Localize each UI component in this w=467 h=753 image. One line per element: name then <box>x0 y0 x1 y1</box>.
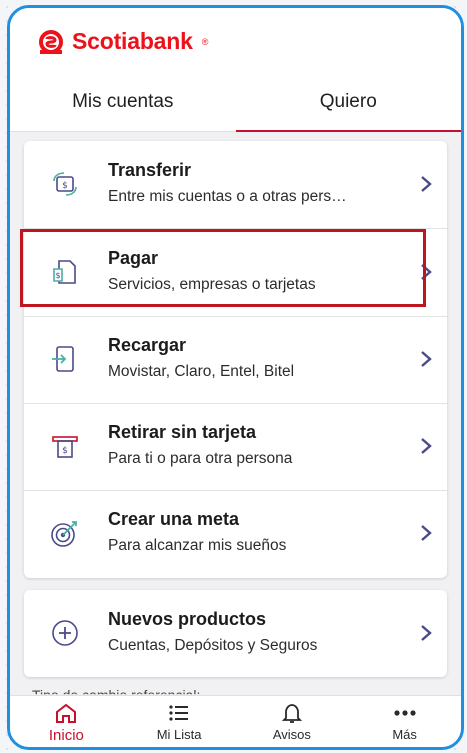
nav-label: Inicio <box>48 727 84 744</box>
actions-card: $ Transferir Entre mis cuentas o a otras… <box>24 141 447 578</box>
chevron-right-icon <box>421 176 432 192</box>
action-title: Retirar sin tarjeta <box>108 422 257 442</box>
action-transferir[interactable]: $ Transferir Entre mis cuentas o a otras… <box>24 141 447 228</box>
nav-avisos[interactable]: Avisos <box>236 696 349 747</box>
chevron-right-icon <box>421 438 432 454</box>
scotiabank-logo-icon <box>39 29 63 54</box>
tab-bar: Mis cuentas Quiero <box>10 74 462 132</box>
chevron-right-icon <box>421 625 432 641</box>
tab-mis-cuentas[interactable]: Mis cuentas <box>10 74 236 130</box>
nav-label: Mi Lista <box>156 727 202 742</box>
transfer-icon: $ <box>53 172 77 196</box>
bell-icon <box>281 704 303 723</box>
action-crear-una-meta[interactable]: Crear una meta Para alcanzar mis sueños <box>24 490 447 577</box>
recharge-icon <box>52 346 74 372</box>
action-subtitle: Entre mis cuentas o a otras pers… <box>108 188 347 205</box>
plus-circle-icon <box>52 620 78 646</box>
brand-name: Scotiabank <box>72 28 193 54</box>
bottom-nav: Inicio Mi Lista Avisos Más <box>10 695 461 747</box>
nav-mi-lista[interactable]: Mi Lista <box>123 696 236 747</box>
action-retirar-sin-tarjeta[interactable]: $ Retirar sin tarjeta Para ti o para otr… <box>24 403 447 490</box>
nav-inicio[interactable]: Inicio <box>10 696 123 747</box>
svg-text:$: $ <box>62 446 68 456</box>
tab-label: Mis cuentas <box>72 91 174 112</box>
action-title: Crear una meta <box>108 509 240 529</box>
cash-withdraw-icon: $ <box>52 436 78 458</box>
target-icon <box>51 521 77 547</box>
list-icon <box>169 705 189 721</box>
scotiabank-logo: Scotiabank ® <box>38 28 208 55</box>
nav-mas[interactable]: Más <box>348 696 461 747</box>
action-recargar[interactable]: Recargar Movistar, Claro, Entel, Bitel <box>24 316 447 403</box>
action-title: Nuevos productos <box>108 609 267 629</box>
chevron-right-icon <box>421 525 432 541</box>
action-subtitle: Cuentas, Depósitos y Seguros <box>108 637 318 654</box>
action-nuevos-productos[interactable]: Nuevos productos Cuentas, Depósitos y Se… <box>24 590 447 677</box>
highlight-box <box>20 229 426 307</box>
svg-text:$: $ <box>62 181 68 191</box>
action-subtitle: Para ti o para otra persona <box>108 450 293 467</box>
nav-label: Más <box>392 727 417 742</box>
more-icon <box>394 710 416 716</box>
products-card: Nuevos productos Cuentas, Depósitos y Se… <box>24 590 447 677</box>
chevron-right-icon <box>421 351 432 367</box>
app-header: Scotiabank ® Mis cuentas Quiero <box>10 8 461 132</box>
tab-quiero[interactable]: Quiero <box>235 74 462 132</box>
action-subtitle: Para alcanzar mis sueños <box>108 537 287 554</box>
nav-label: Avisos <box>272 727 311 742</box>
action-title: Recargar <box>108 335 187 355</box>
brand-registered-mark: ® <box>201 36 209 47</box>
phone-frame: Scotiabank ® Mis cuentas Quiero $ Transf… <box>7 5 464 750</box>
tab-label: Quiero <box>319 91 377 112</box>
home-icon <box>56 703 77 723</box>
action-subtitle: Movistar, Claro, Entel, Bitel <box>108 363 295 380</box>
action-title: Transferir <box>108 160 192 180</box>
